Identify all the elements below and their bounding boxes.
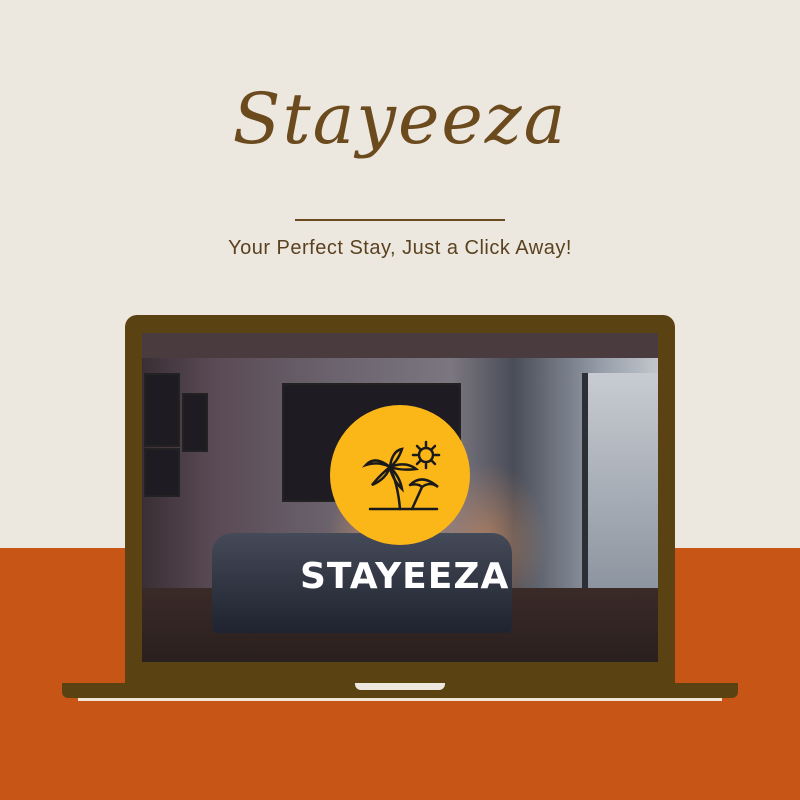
brand-logo	[330, 405, 470, 545]
divider	[295, 219, 505, 221]
wall-art	[144, 448, 180, 497]
wall-art	[182, 393, 208, 452]
laptop-highlight	[78, 698, 722, 701]
palm-beach-sun-icon	[361, 440, 441, 511]
script-title: Stayeeza	[232, 78, 568, 160]
laptop-notch	[355, 683, 445, 690]
ceiling	[142, 333, 658, 358]
brand-name: STAYEEZA	[300, 556, 510, 597]
wall-art	[144, 373, 180, 447]
tagline: Your Perfect Stay, Just a Click Away!	[228, 237, 572, 259]
window	[582, 373, 658, 588]
